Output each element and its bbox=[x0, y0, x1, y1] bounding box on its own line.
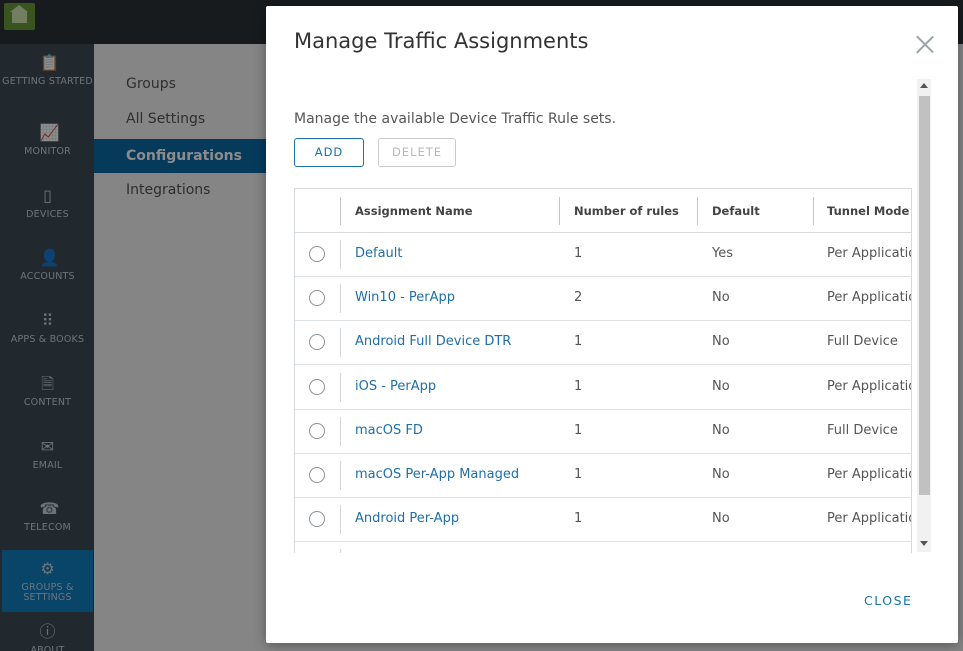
table-row[interactable] bbox=[295, 542, 911, 553]
row-select-radio[interactable] bbox=[309, 511, 325, 528]
tunnel-mode-value: Per Application bbox=[827, 467, 911, 482]
assignment-name-link[interactable]: iOS - PerApp bbox=[355, 366, 555, 410]
column-header-assignment-name[interactable]: Assignment Name bbox=[355, 189, 473, 233]
table-row[interactable]: Android Per-App 1 No Per Application bbox=[295, 498, 911, 543]
row-separator bbox=[340, 416, 341, 446]
table-row[interactable]: Android Full Device DTR 1 No Full Device bbox=[295, 321, 911, 366]
assignments-table: Assignment Name Number of rules Default … bbox=[294, 188, 912, 553]
close-button[interactable]: CLOSE bbox=[864, 593, 912, 608]
row-select-radio[interactable] bbox=[309, 290, 325, 307]
column-header-default[interactable]: Default bbox=[712, 189, 760, 233]
row-separator bbox=[340, 240, 341, 269]
assignment-name-link[interactable]: Win10 - PerApp bbox=[355, 277, 555, 321]
rules-count: 1 bbox=[574, 334, 583, 350]
scrollbar-thumb[interactable] bbox=[919, 96, 930, 495]
rules-count: 1 bbox=[574, 422, 583, 438]
assignment-name-link[interactable]: Default bbox=[355, 233, 555, 277]
row-select-radio[interactable] bbox=[309, 334, 325, 351]
assignment-name-link[interactable]: macOS FD bbox=[355, 410, 555, 454]
table-row[interactable]: macOS Per-App Managed 1 No Per Application bbox=[295, 454, 911, 498]
row-separator bbox=[340, 461, 341, 490]
default-value: No bbox=[712, 467, 730, 482]
assignment-name-link[interactable]: macOS Per-App Managed bbox=[355, 454, 555, 498]
dialog-description: Manage the available Device Traffic Rule… bbox=[294, 111, 617, 127]
table-row[interactable]: Default 1 Yes Per Application bbox=[295, 233, 911, 277]
table-row[interactable]: macOS FD 1 No Full Device bbox=[295, 410, 911, 454]
close-icon[interactable] bbox=[915, 34, 935, 54]
default-value: Yes bbox=[712, 246, 733, 261]
assignment-name-link[interactable]: Android Per-App bbox=[355, 498, 555, 542]
add-button[interactable]: ADD bbox=[294, 138, 364, 167]
table-header: Assignment Name Number of rules Default … bbox=[295, 189, 911, 233]
tunnel-mode-value: Full Device bbox=[827, 422, 898, 438]
row-separator bbox=[340, 328, 341, 358]
rules-count: 1 bbox=[574, 511, 583, 527]
column-separator[interactable] bbox=[340, 197, 341, 225]
rules-count: 2 bbox=[574, 290, 583, 306]
table-row[interactable]: Win10 - PerApp 2 No Per Application bbox=[295, 277, 911, 322]
column-header-number-of-rules[interactable]: Number of rules bbox=[574, 189, 679, 233]
row-separator bbox=[340, 505, 341, 535]
assignment-name-link[interactable]: Android Full Device DTR bbox=[355, 321, 555, 365]
row-select-radio[interactable] bbox=[309, 422, 325, 439]
row-select-radio[interactable] bbox=[309, 378, 325, 395]
default-value: No bbox=[712, 290, 730, 306]
column-separator[interactable] bbox=[697, 197, 698, 225]
tunnel-mode-value: Per Application bbox=[827, 246, 911, 261]
row-separator bbox=[340, 284, 341, 314]
row-separator bbox=[340, 372, 341, 402]
default-value: No bbox=[712, 378, 730, 394]
row-select-radio[interactable] bbox=[309, 246, 325, 262]
column-header-tunnel-mode[interactable]: Tunnel Mode bbox=[827, 189, 909, 233]
row-separator bbox=[340, 549, 341, 553]
rules-count: 1 bbox=[574, 378, 583, 394]
tunnel-mode-value: Per Application bbox=[827, 290, 911, 306]
scroll-down-arrow-icon[interactable] bbox=[920, 541, 928, 546]
tunnel-mode-value: Per Application bbox=[827, 511, 911, 527]
manage-traffic-assignments-dialog: Manage Traffic Assignments Manage the av… bbox=[266, 6, 958, 643]
table-row[interactable]: iOS - PerApp 1 No Per Application bbox=[295, 366, 911, 410]
tunnel-mode-value: Per Application bbox=[827, 378, 911, 394]
default-value: No bbox=[712, 334, 730, 350]
rules-count: 1 bbox=[574, 246, 583, 261]
scroll-up-arrow-icon[interactable] bbox=[920, 83, 928, 88]
dialog-title: Manage Traffic Assignments bbox=[294, 29, 589, 53]
default-value: No bbox=[712, 511, 730, 527]
column-separator[interactable] bbox=[813, 197, 814, 225]
column-separator[interactable] bbox=[559, 197, 560, 225]
tunnel-mode-value: Full Device bbox=[827, 334, 898, 350]
default-value: No bbox=[712, 422, 730, 438]
row-select-radio[interactable] bbox=[309, 467, 325, 483]
rules-count: 1 bbox=[574, 467, 583, 482]
delete-button: DELETE bbox=[378, 138, 456, 167]
